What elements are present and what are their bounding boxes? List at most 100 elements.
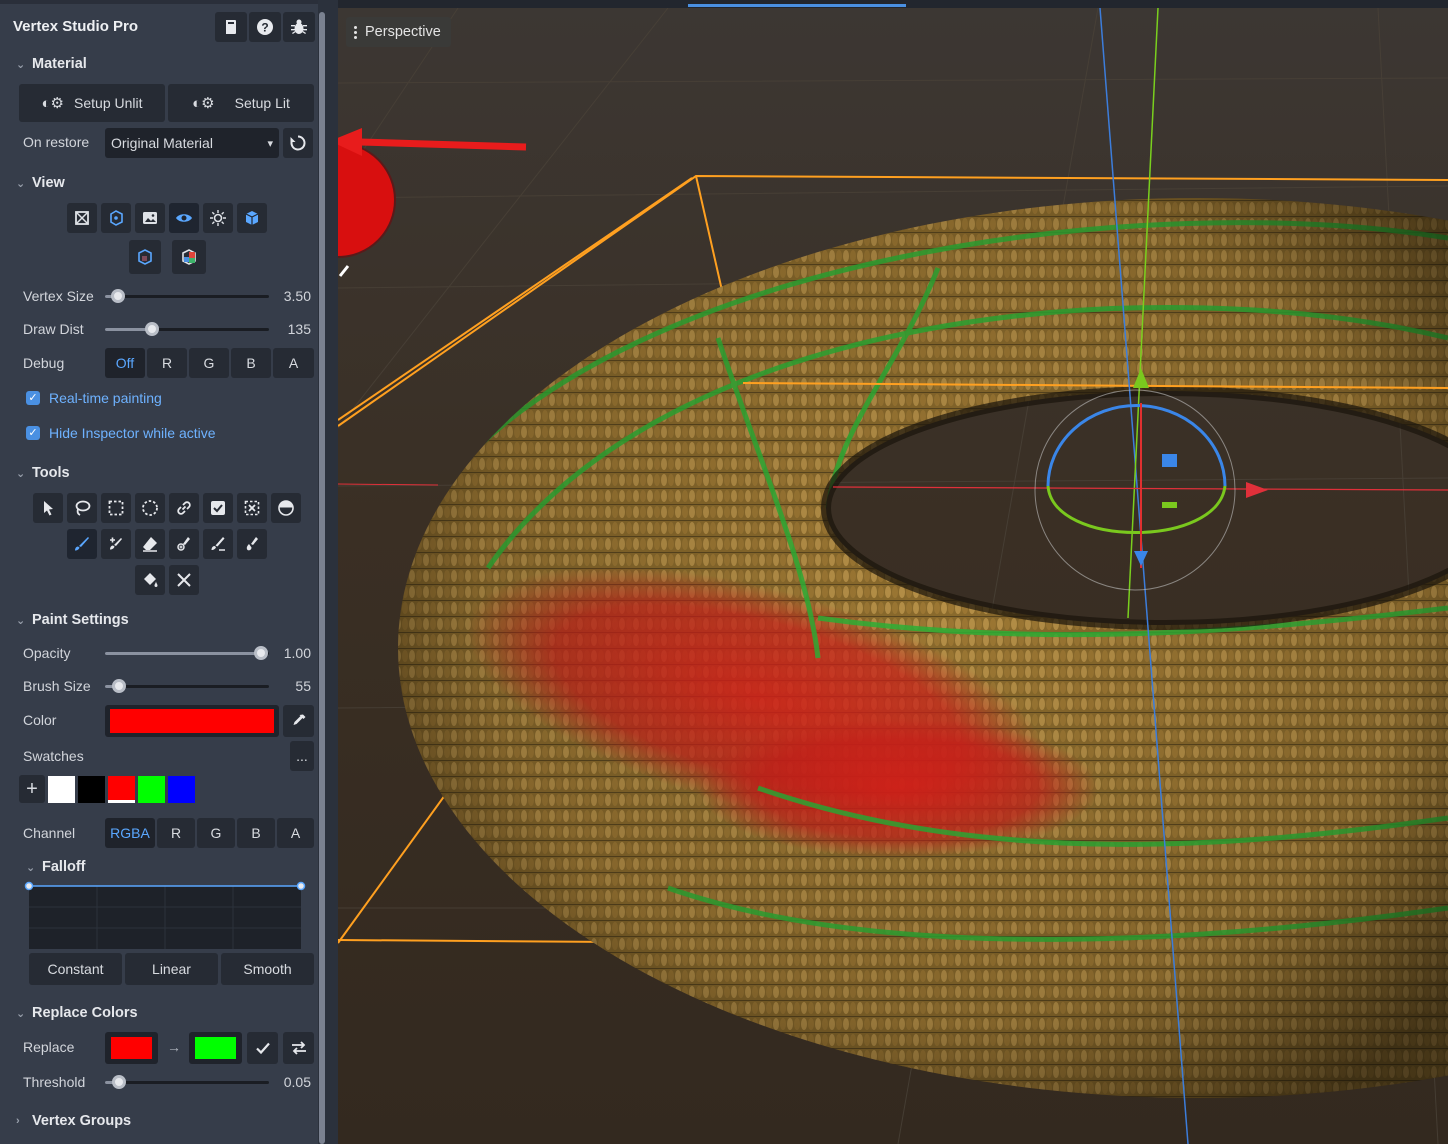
debug-option-b[interactable]: B bbox=[231, 348, 271, 378]
threshold-slider[interactable] bbox=[105, 1081, 269, 1084]
opacity-slider[interactable] bbox=[105, 652, 269, 655]
debug-option-off[interactable]: Off bbox=[105, 348, 145, 378]
tools-section-header[interactable]: ⌄ Tools bbox=[16, 465, 70, 481]
setup-unlit-label: Setup Unlit bbox=[74, 95, 143, 111]
swatch-2[interactable] bbox=[78, 776, 105, 803]
debug-option-g[interactable]: G bbox=[189, 348, 229, 378]
replace-colors-section-title: Replace Colors bbox=[32, 1005, 138, 1021]
select-arrow-icon[interactable] bbox=[33, 493, 63, 523]
light-view-icon[interactable] bbox=[203, 203, 233, 233]
swatch-3[interactable] bbox=[108, 776, 135, 803]
falloff-curve-editor[interactable] bbox=[24, 880, 306, 952]
eyedropper-icon[interactable] bbox=[283, 705, 314, 737]
setup-lit-button[interactable]: ◐⚙ Setup Lit bbox=[168, 84, 314, 122]
invert-select-icon[interactable] bbox=[271, 493, 301, 523]
debug-option-a[interactable]: A bbox=[273, 348, 314, 378]
opacity-slider-knob[interactable] bbox=[254, 646, 268, 660]
brush-size-slider[interactable] bbox=[105, 685, 269, 688]
chevron-down-icon: ⌄ bbox=[16, 467, 26, 480]
color-field[interactable] bbox=[105, 705, 279, 737]
torus-mesh[interactable] bbox=[338, 158, 1448, 1144]
swatches-more-button[interactable]: ... bbox=[290, 741, 314, 771]
dropper-brush-icon[interactable] bbox=[237, 529, 267, 559]
vertex-size-value: 3.50 bbox=[283, 288, 311, 304]
deselect-icon[interactable] bbox=[237, 493, 267, 523]
help-icon[interactable]: ? bbox=[249, 12, 281, 42]
paint-settings-section-header[interactable]: ⌄ Paint Settings bbox=[16, 612, 129, 628]
replace-from-color[interactable] bbox=[105, 1032, 158, 1064]
wireframe-view-icon[interactable] bbox=[67, 203, 97, 233]
swatch-list bbox=[48, 776, 195, 803]
circle-select-icon[interactable] bbox=[135, 493, 165, 523]
fill-bucket-icon[interactable] bbox=[135, 565, 165, 595]
scene-viewport[interactable]: Perspective bbox=[338, 8, 1448, 1144]
add-swatch-button[interactable]: + bbox=[19, 775, 45, 803]
smudge-icon[interactable] bbox=[169, 529, 199, 559]
clear-icon[interactable] bbox=[169, 565, 199, 595]
chevron-down-icon: ⌄ bbox=[16, 177, 26, 190]
vertex-size-slider[interactable] bbox=[105, 295, 269, 298]
channel-option-r[interactable]: R bbox=[157, 818, 195, 848]
debug-option-r[interactable]: R bbox=[147, 348, 187, 378]
falloff-smooth-button[interactable]: Smooth bbox=[221, 953, 314, 985]
eraser-icon[interactable] bbox=[135, 529, 165, 559]
material-gear-icon: ◐⚙ bbox=[192, 95, 215, 112]
threshold-slider-knob[interactable] bbox=[112, 1075, 126, 1089]
channel-option-rgba[interactable]: RGBA bbox=[105, 818, 155, 848]
view-section-header[interactable]: ⌄ View bbox=[16, 175, 65, 191]
book-icon[interactable] bbox=[215, 12, 247, 42]
debug-label: Debug bbox=[23, 355, 65, 371]
channel-option-a[interactable]: A bbox=[277, 818, 314, 848]
on-restore-select[interactable]: Original Material ▾ bbox=[105, 128, 279, 158]
setup-unlit-button[interactable]: ◐⚙ Setup Unlit bbox=[19, 84, 165, 122]
vertex-view-icon[interactable] bbox=[101, 203, 131, 233]
on-restore-value: Original Material bbox=[111, 135, 213, 151]
brush-icon[interactable] bbox=[67, 529, 97, 559]
image-view-icon[interactable] bbox=[135, 203, 165, 233]
on-restore-label: On restore bbox=[23, 134, 90, 150]
falloff-linear-button[interactable]: Linear bbox=[125, 953, 218, 985]
select-all-icon[interactable] bbox=[203, 493, 233, 523]
swatch-1[interactable] bbox=[48, 776, 75, 803]
link-icon[interactable] bbox=[169, 493, 199, 523]
hide-inspector-label[interactable]: Hide Inspector while active bbox=[49, 425, 216, 441]
color-cube-icon[interactable] bbox=[172, 240, 206, 274]
panel-divider[interactable] bbox=[326, 0, 338, 1144]
tools-section-title: Tools bbox=[32, 465, 70, 481]
swatch-4[interactable] bbox=[138, 776, 165, 803]
brush-size-slider-knob[interactable] bbox=[112, 679, 126, 693]
rect-select-icon[interactable] bbox=[101, 493, 131, 523]
vertex-groups-section-header[interactable]: › Vertex Groups bbox=[16, 1113, 131, 1129]
lasso-icon[interactable] bbox=[67, 493, 97, 523]
cube-outline-icon[interactable] bbox=[129, 240, 161, 274]
channel-option-b[interactable]: B bbox=[237, 818, 275, 848]
solid-cube-icon[interactable] bbox=[237, 203, 267, 233]
replace-colors-section-header[interactable]: ⌄ Replace Colors bbox=[16, 1005, 138, 1021]
add-brush-icon[interactable] bbox=[101, 529, 131, 559]
replace-to-color[interactable] bbox=[189, 1032, 242, 1064]
draw-dist-slider[interactable] bbox=[105, 328, 269, 331]
material-section-header[interactable]: ⌄ Material bbox=[16, 56, 87, 72]
scene-canvas[interactable] bbox=[338, 8, 1448, 1144]
vertex-size-slider-knob[interactable] bbox=[111, 289, 125, 303]
threshold-value: 0.05 bbox=[283, 1074, 311, 1090]
hide-inspector-checkbox[interactable]: ✓ bbox=[26, 426, 40, 440]
blur-icon[interactable] bbox=[203, 529, 233, 559]
falloff-constant-button[interactable]: Constant bbox=[29, 953, 122, 985]
perspective-menu-button[interactable]: Perspective bbox=[346, 17, 451, 47]
restore-icon[interactable] bbox=[283, 128, 313, 158]
falloff-section-header[interactable]: ⌄ Falloff bbox=[26, 859, 86, 875]
channel-option-g[interactable]: G bbox=[197, 818, 235, 848]
draw-dist-slider-knob[interactable] bbox=[145, 322, 159, 336]
realtime-painting-checkbox[interactable]: ✓ bbox=[26, 391, 40, 405]
realtime-painting-label[interactable]: Real-time painting bbox=[49, 390, 162, 406]
swatch-5[interactable] bbox=[168, 776, 195, 803]
vertex-size-label: Vertex Size bbox=[23, 288, 94, 304]
bug-icon[interactable] bbox=[283, 12, 315, 42]
swap-icon[interactable] bbox=[283, 1032, 314, 1064]
apply-replace-check-icon[interactable] bbox=[247, 1032, 278, 1064]
panel-scrollbar-thumb[interactable] bbox=[319, 12, 325, 1144]
color-label: Color bbox=[23, 712, 57, 728]
color-preview bbox=[110, 709, 274, 733]
eye-icon[interactable] bbox=[169, 203, 199, 233]
